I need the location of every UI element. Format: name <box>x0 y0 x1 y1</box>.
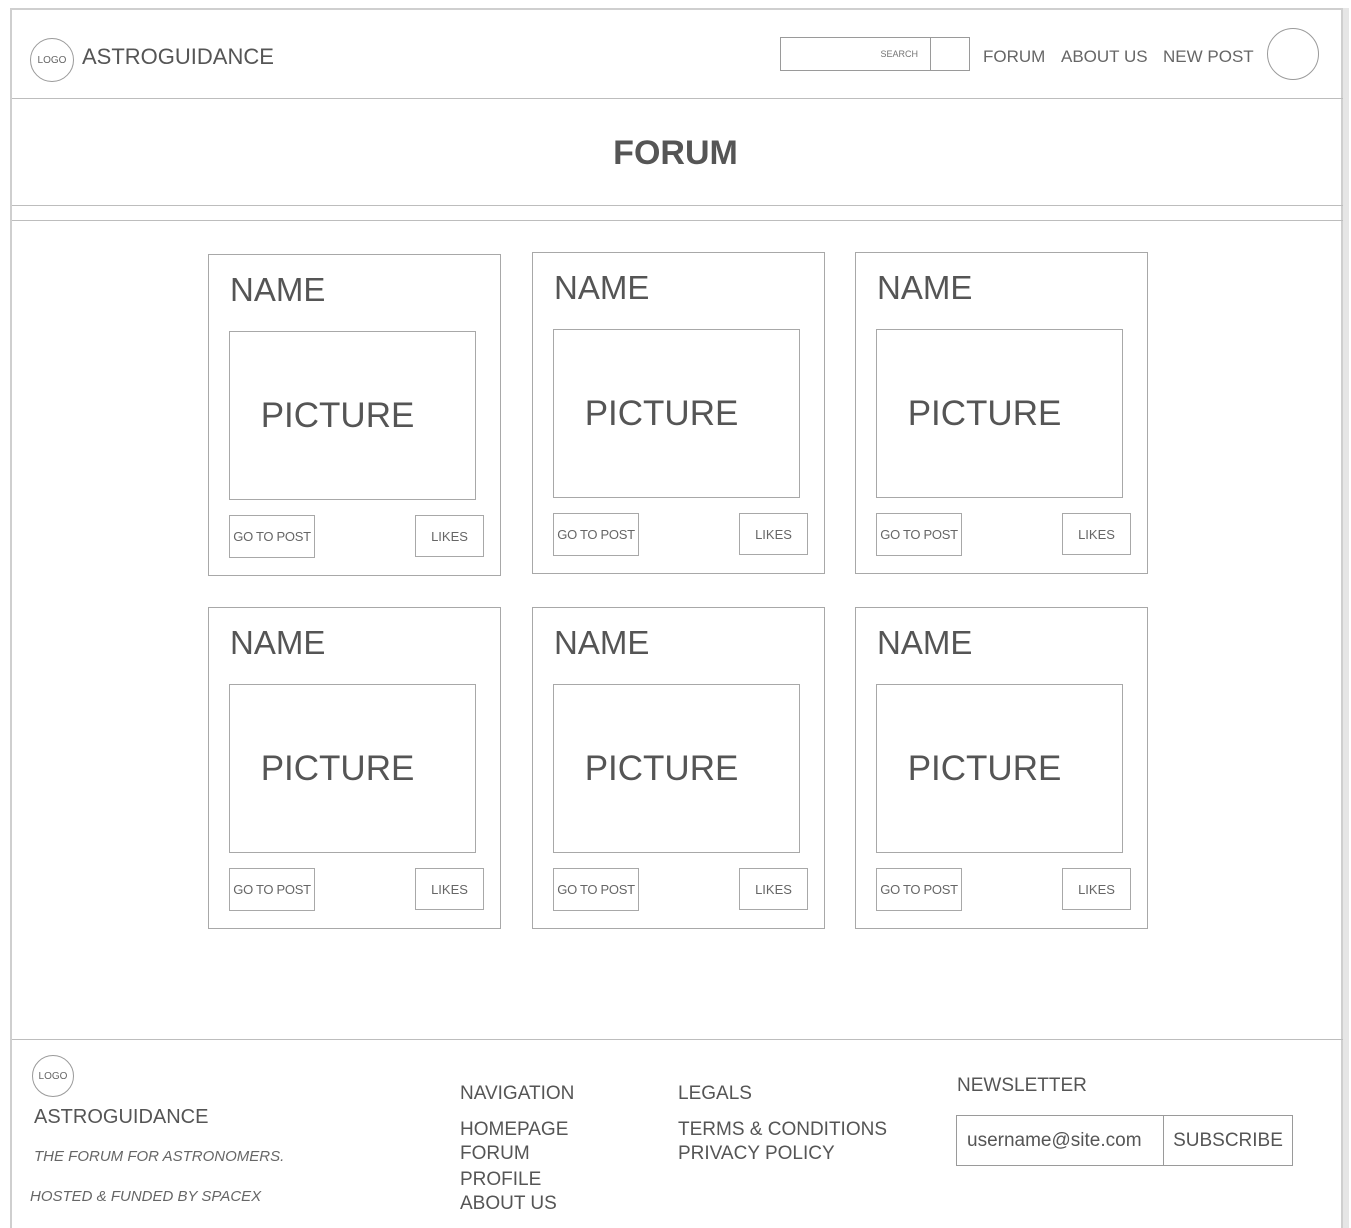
newsletter-email-input[interactable] <box>957 1116 1164 1165</box>
title-divider-bottom <box>12 220 1343 221</box>
post-picture: PICTURE <box>229 331 476 500</box>
post-picture: PICTURE <box>229 684 476 853</box>
footer-link-profile[interactable]: PROFILE <box>460 1169 541 1191</box>
header-divider <box>12 98 1343 99</box>
footer-navigation-heading: NAVIGATION <box>460 1083 575 1104</box>
go-to-post-button[interactable]: GO TO POST <box>229 515 315 558</box>
post-name: NAME <box>554 624 650 661</box>
post-card: NAME PICTURE GO TO POST LIKES <box>855 252 1148 574</box>
search-bar[interactable] <box>780 37 970 71</box>
post-name: NAME <box>877 624 973 661</box>
footer-legals-heading: LEGALS <box>678 1083 752 1104</box>
title-divider-top <box>12 205 1343 206</box>
likes-button[interactable]: LIKES <box>415 868 484 910</box>
post-card: NAME PICTURE GO TO POST LIKES <box>532 252 825 574</box>
likes-button[interactable]: LIKES <box>739 868 808 910</box>
go-to-post-button[interactable]: GO TO POST <box>876 513 962 556</box>
post-picture: PICTURE <box>553 329 800 498</box>
footer-link-about-us[interactable]: ABOUT US <box>460 1193 557 1215</box>
go-to-post-button[interactable]: GO TO POST <box>229 868 315 911</box>
post-name: NAME <box>230 624 326 661</box>
footer-brand: ASTROGUIDANCE <box>34 1106 209 1128</box>
footer-link-terms[interactable]: TERMS & CONDITIONS <box>678 1119 887 1141</box>
header-logo-text: LOGO <box>37 54 67 66</box>
post-name: NAME <box>230 271 326 308</box>
post-name: NAME <box>877 269 973 306</box>
post-picture: PICTURE <box>553 684 800 853</box>
search-button[interactable] <box>931 38 969 70</box>
header-logo[interactable]: LOGO <box>30 38 74 82</box>
nav-about-us[interactable]: ABOUT US <box>1061 47 1148 67</box>
nav-forum[interactable]: FORUM <box>983 47 1045 67</box>
page-title: FORUM <box>613 134 738 172</box>
likes-button[interactable]: LIKES <box>1062 868 1131 910</box>
brand-name[interactable]: ASTROGUIDANCE <box>82 44 274 70</box>
newsletter-form: SUBSCRIBE <box>956 1115 1293 1166</box>
footer-tagline: THE FORUM FOR ASTRONOMERS. <box>34 1148 285 1165</box>
subscribe-button[interactable]: SUBSCRIBE <box>1164 1116 1292 1165</box>
footer-newsletter-heading: NEWSLETTER <box>957 1075 1087 1096</box>
footer-link-privacy[interactable]: PRIVACY POLICY <box>678 1143 835 1165</box>
go-to-post-button[interactable]: GO TO POST <box>553 513 639 556</box>
post-card: NAME PICTURE GO TO POST LIKES <box>208 607 501 929</box>
likes-button[interactable]: LIKES <box>415 515 484 557</box>
likes-button[interactable]: LIKES <box>1062 513 1131 555</box>
footer-hosted: HOSTED & FUNDED BY SPACEX <box>30 1188 262 1205</box>
go-to-post-button[interactable]: GO TO POST <box>876 868 962 911</box>
likes-button[interactable]: LIKES <box>739 513 808 555</box>
post-picture: PICTURE <box>876 329 1123 498</box>
post-card: NAME PICTURE GO TO POST LIKES <box>208 254 501 576</box>
avatar[interactable] <box>1267 28 1319 80</box>
footer-logo-text: LOGO <box>38 1070 68 1082</box>
post-name: NAME <box>554 269 650 306</box>
post-picture: PICTURE <box>876 684 1123 853</box>
go-to-post-button[interactable]: GO TO POST <box>553 868 639 911</box>
footer-link-homepage[interactable]: HOMEPAGE <box>460 1119 568 1141</box>
post-card: NAME PICTURE GO TO POST LIKES <box>855 607 1148 929</box>
footer-divider <box>12 1039 1343 1040</box>
footer-logo: LOGO <box>32 1055 74 1097</box>
post-card: NAME PICTURE GO TO POST LIKES <box>532 607 825 929</box>
search-input[interactable] <box>781 38 931 70</box>
scrollbar-track <box>1343 8 1349 1228</box>
nav-new-post[interactable]: NEW POST <box>1163 47 1254 67</box>
footer-link-forum[interactable]: FORUM <box>460 1143 530 1165</box>
